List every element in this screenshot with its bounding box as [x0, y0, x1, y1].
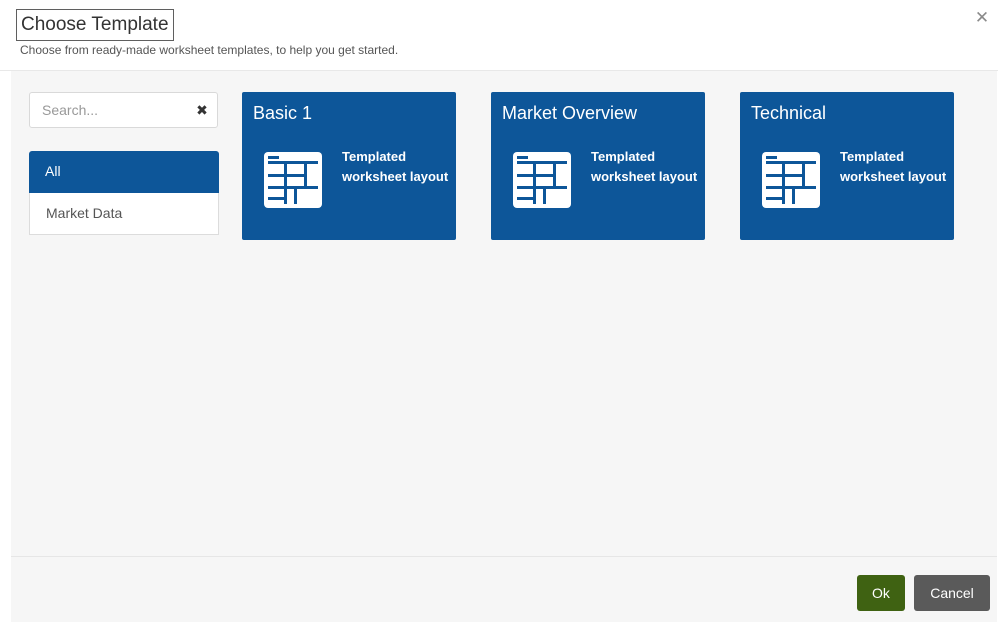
close-icon[interactable]: ✕	[974, 9, 990, 26]
category-item-market-data[interactable]: Market Data	[29, 193, 219, 235]
dialog-footer: Ok Cancel	[11, 556, 997, 622]
template-name: Technical	[751, 103, 827, 123]
worksheet-layout-icon	[513, 152, 571, 208]
worksheet-layout-icon	[264, 152, 322, 208]
template-name: Basic 1	[253, 103, 313, 123]
category-item-all[interactable]: All	[29, 151, 219, 193]
template-name: Market Overview	[502, 103, 638, 123]
template-tile-basic-1[interactable]: Basic 1 Templated worksheet layout	[242, 92, 456, 240]
search-box: ✖	[29, 92, 218, 128]
template-tile-technical[interactable]: Technical Templated worksheet layout	[740, 92, 954, 240]
dialog-subtitle: Choose from ready-made worksheet templat…	[20, 43, 399, 57]
ok-button[interactable]: Ok	[857, 575, 905, 611]
template-description: Templated worksheet layout	[342, 149, 449, 184]
category-list: All Market Data	[29, 151, 219, 235]
category-item-label: Market Data	[46, 205, 123, 221]
dialog-body: ✖ All Market Data Basic 1	[11, 71, 997, 556]
cancel-button[interactable]: Cancel	[914, 575, 990, 611]
search-input[interactable]	[42, 93, 182, 127]
template-description: Templated worksheet layout	[840, 149, 947, 184]
template-tile-market-overview[interactable]: Market Overview Templated worksheet layo…	[491, 92, 705, 240]
category-item-label: All	[45, 163, 61, 179]
worksheet-layout-icon	[762, 152, 820, 208]
dialog-title: Choose Template	[16, 9, 174, 41]
choose-template-dialog: Choose Template Choose from ready-made w…	[0, 0, 998, 622]
clear-icon[interactable]: ✖	[195, 103, 209, 117]
template-description: Templated worksheet layout	[591, 149, 698, 184]
dialog-header: Choose Template Choose from ready-made w…	[0, 0, 998, 71]
